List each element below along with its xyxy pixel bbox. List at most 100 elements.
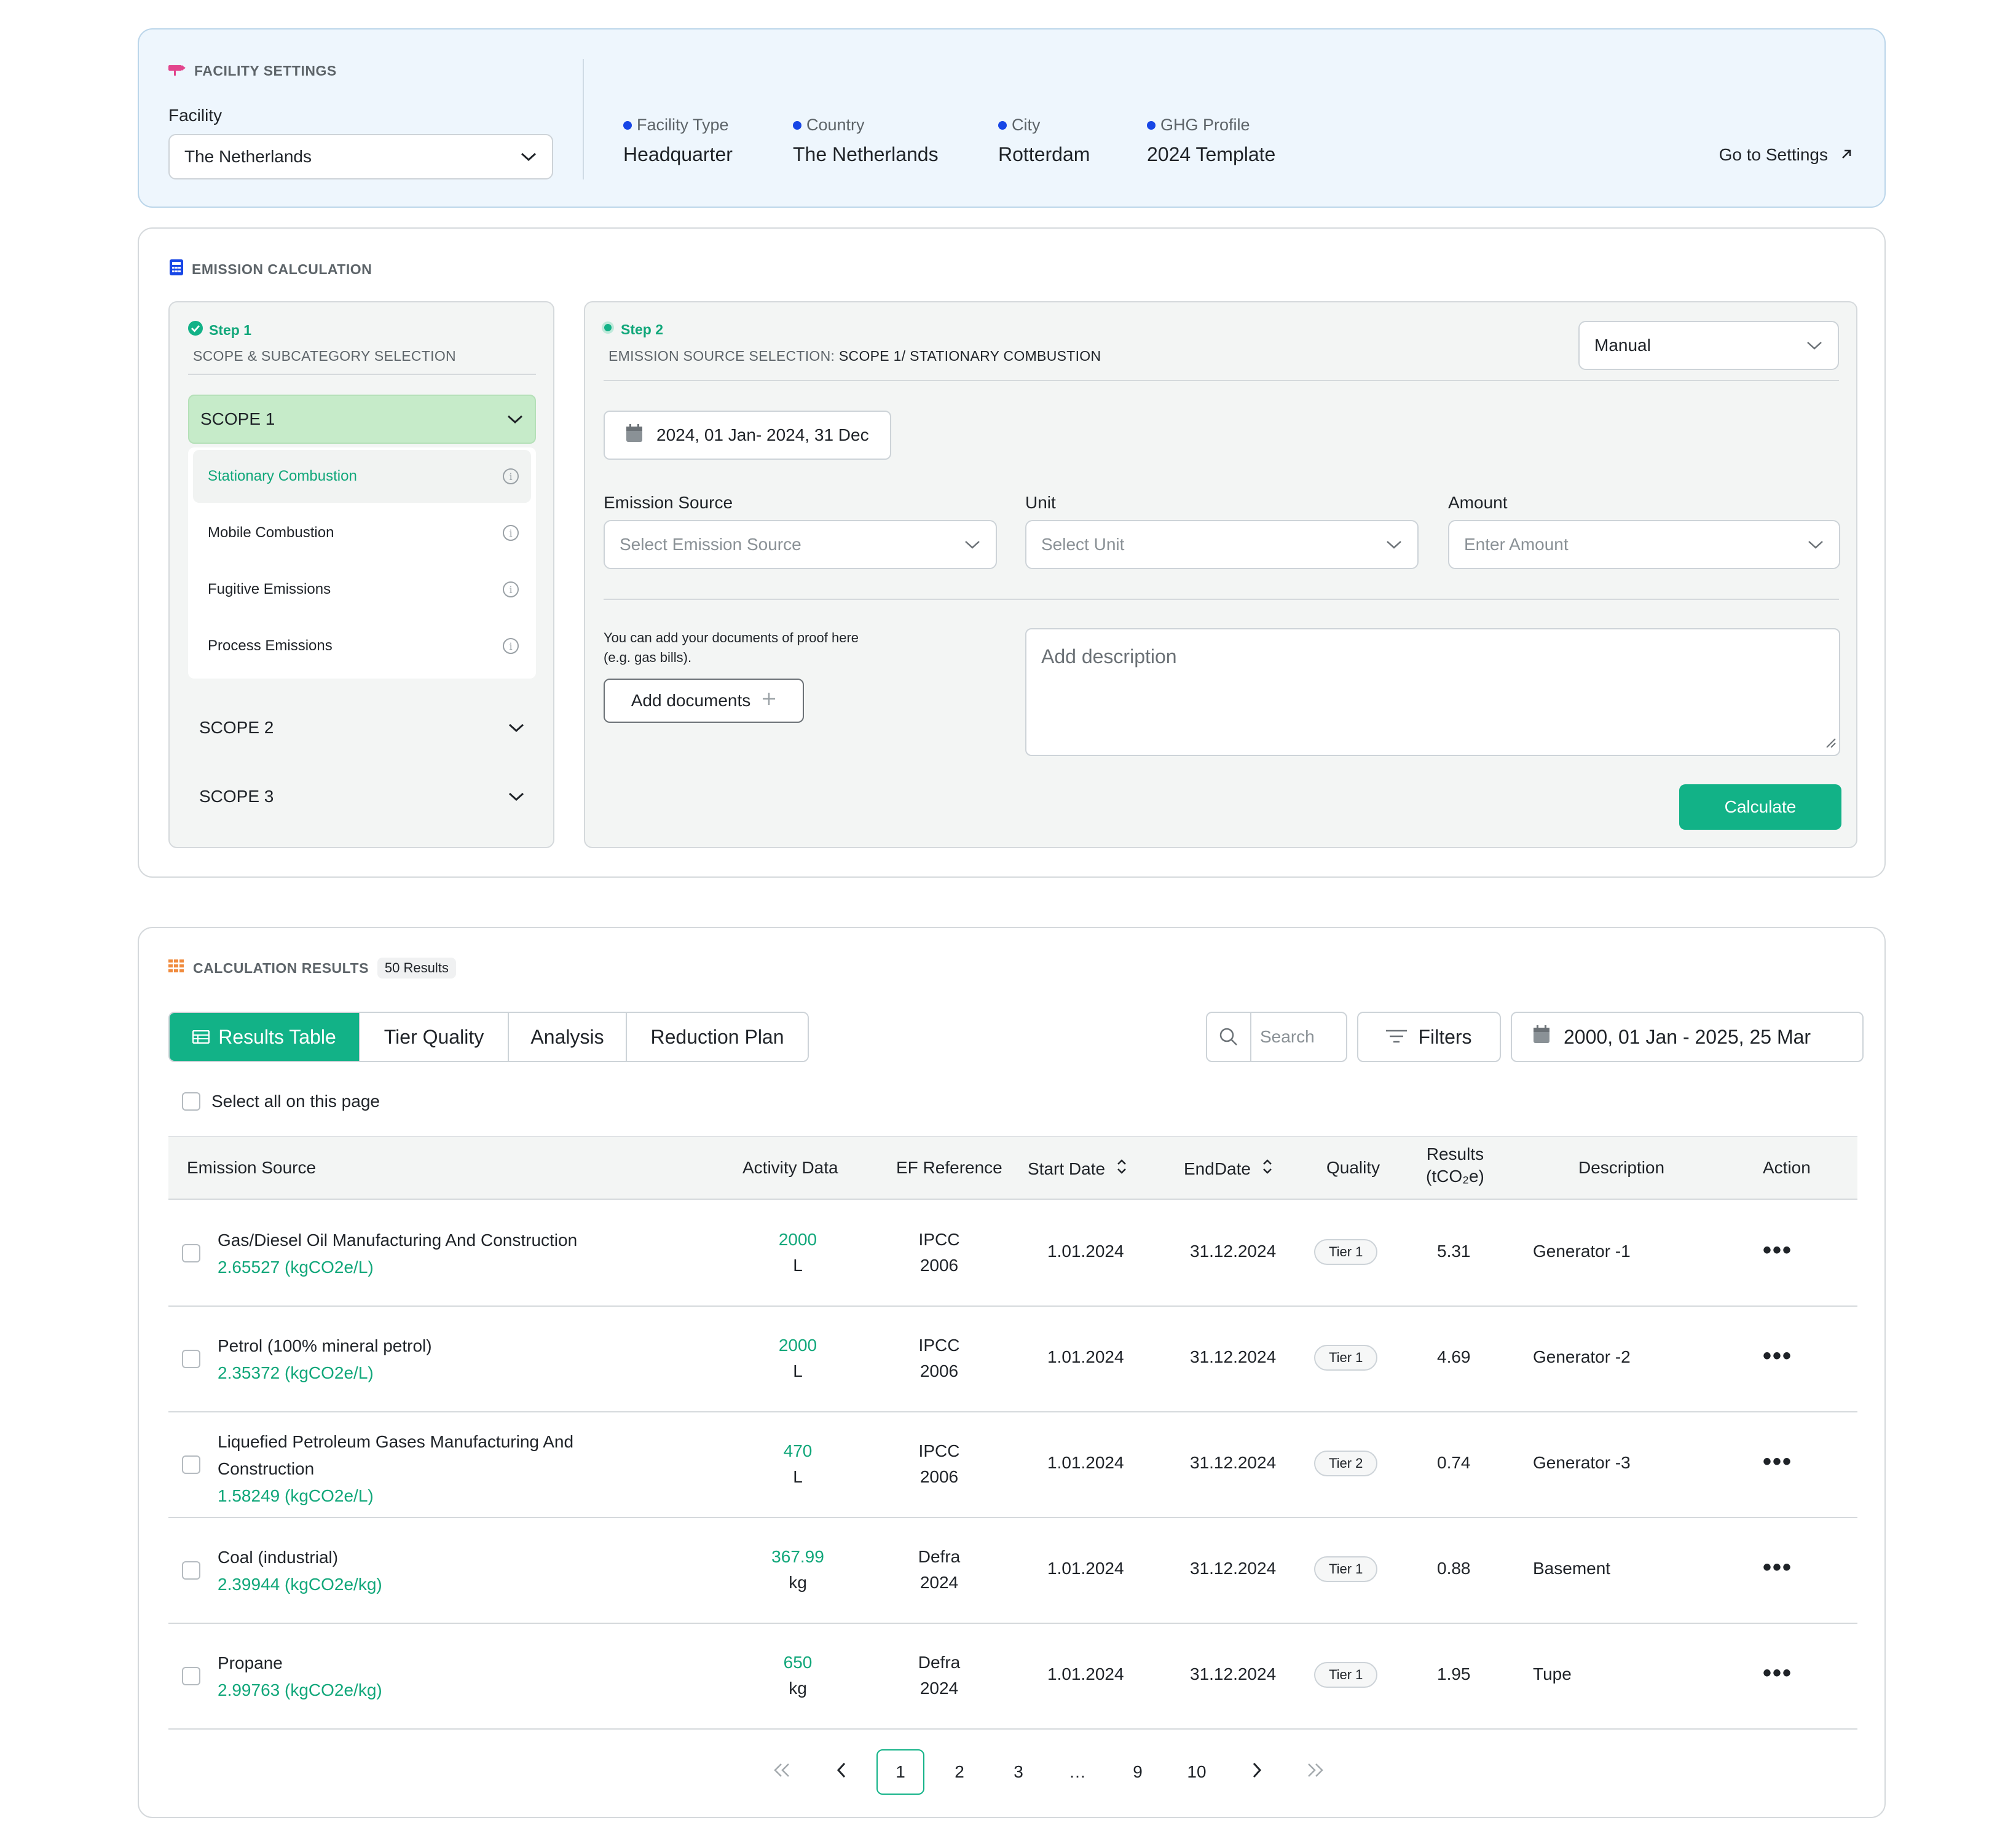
description-cell: Basement (1533, 1559, 1611, 1578)
subcategory-fugitive-emissions[interactable]: Fugitive Emissions i (193, 563, 531, 616)
more-actions-icon[interactable]: ••• (1763, 1449, 1792, 1474)
column-quality: Quality (1326, 1158, 1380, 1177)
first-page-button[interactable] (758, 1749, 806, 1795)
sort-icon[interactable] (1262, 1158, 1273, 1179)
unit-label: Unit (1025, 493, 1056, 512)
period-date-picker[interactable]: 2024, 01 Jan- 2024, 31 Dec (604, 411, 891, 460)
amount-input[interactable]: Enter Amount (1448, 520, 1840, 569)
facility-type-value: Headquarter (623, 143, 733, 165)
subcategory-label: Process Emissions (208, 637, 333, 654)
input-mode-select[interactable]: Manual (1578, 321, 1839, 370)
subcategory-stationary-combustion[interactable]: Stationary Combustion i (193, 450, 531, 503)
unit-select[interactable]: Select Unit (1025, 520, 1419, 569)
previous-page-button[interactable] (817, 1749, 865, 1795)
calculation-results-card: CALCULATION RESULTS 50 Results Results T… (138, 927, 1886, 1818)
info-icon[interactable]: i (503, 581, 519, 597)
row-checkbox[interactable] (182, 1455, 200, 1474)
ef-reference-cell: IPCC 2006 (902, 1333, 976, 1384)
description-cell: Generator -3 (1533, 1453, 1631, 1472)
scope-1-toggle[interactable]: SCOPE 1 (188, 395, 536, 444)
row-checkbox[interactable] (182, 1667, 200, 1685)
ef-reference-line: IPCC (918, 1336, 960, 1355)
city-label: City (1012, 116, 1041, 134)
emission-calculation-header: EMISSION CALCULATION (170, 259, 372, 279)
activity-unit: L (793, 1361, 803, 1380)
status-dot-icon (623, 120, 632, 130)
ef-reference-line: IPCC (918, 1230, 960, 1249)
more-actions-icon[interactable]: ••• (1763, 1555, 1792, 1580)
tab-analysis[interactable]: Analysis (509, 1013, 627, 1061)
column-start-date[interactable]: Start Date (1028, 1158, 1127, 1179)
search-box[interactable]: Search (1206, 1012, 1347, 1062)
activity-data-cell: 650 kg (761, 1650, 835, 1701)
ef-reference-line: 2006 (919, 1361, 959, 1380)
add-documents-label: Add documents (631, 691, 751, 710)
amount-placeholder: Enter Amount (1464, 535, 1569, 554)
scope-2-toggle[interactable]: SCOPE 2 (188, 703, 536, 752)
column-activity-data: Activity Data (742, 1158, 838, 1177)
sort-icon[interactable] (1116, 1158, 1127, 1179)
scope-3-toggle[interactable]: SCOPE 3 (188, 772, 536, 821)
go-to-settings-link[interactable]: Go to Settings (1719, 145, 1853, 165)
input-mode-value: Manual (1594, 336, 1651, 355)
next-page-button[interactable] (1233, 1749, 1281, 1795)
description-textarea[interactable]: Add description (1025, 628, 1840, 756)
page-button-3[interactable]: 3 (994, 1749, 1042, 1795)
select-all-checkbox[interactable] (182, 1092, 200, 1111)
row-checkbox[interactable] (182, 1561, 200, 1580)
chevron-left-icon (836, 1762, 847, 1783)
tier-badge: Tier 1 (1314, 1556, 1378, 1582)
emission-source-cell: Coal (industrial) 2.39944 (kgCO2e/kg) (218, 1544, 382, 1598)
subcategory-process-emissions[interactable]: Process Emissions i (193, 620, 531, 672)
step2-subtitle-prefix: EMISSION SOURCE SELECTION: (608, 348, 835, 364)
tab-tier-quality[interactable]: Tier Quality (360, 1013, 509, 1061)
emission-source-select[interactable]: Select Emission Source (604, 520, 997, 569)
emission-source-cell: Petrol (100% mineral petrol) 2.35372 (kgC… (218, 1333, 432, 1387)
last-page-button[interactable] (1291, 1749, 1339, 1795)
row-checkbox[interactable] (182, 1350, 200, 1368)
results-date-picker[interactable]: 2000, 01 Jan - 2025, 25 Mar (1511, 1012, 1864, 1062)
subcategory-mobile-combustion[interactable]: Mobile Combustion i (193, 506, 531, 559)
column-results-line: Results (1426, 1144, 1484, 1164)
facility-select[interactable]: The Netherlands (168, 134, 553, 179)
calculate-button[interactable]: Calculate (1679, 784, 1841, 830)
ef-reference-line: 2006 (919, 1256, 959, 1275)
more-actions-icon[interactable]: ••• (1763, 1344, 1792, 1368)
page-button-9[interactable]: 9 (1114, 1749, 1162, 1795)
page-button-1[interactable]: 1 (876, 1749, 924, 1795)
tab-reduction-plan[interactable]: Reduction Plan (627, 1013, 808, 1061)
info-icon[interactable]: i (503, 638, 519, 654)
activity-data-cell: 367.99 kg (761, 1544, 835, 1596)
calendar-icon (626, 423, 643, 447)
emission-factor: 2.35372 (kgCO2e/L) (218, 1363, 374, 1382)
emission-factor: 2.65527 (kgCO2e/L) (218, 1258, 374, 1277)
column-end-date[interactable]: EndDate (1184, 1158, 1273, 1179)
results-date-value: 2000, 01 Jan - 2025, 25 Mar (1564, 1025, 1811, 1048)
results-count-badge: 50 Results (377, 958, 456, 979)
chevron-down-icon (520, 148, 537, 165)
page-button-2[interactable]: 2 (935, 1749, 983, 1795)
add-documents-button[interactable]: Add documents (604, 679, 804, 723)
subcategory-label: Stationary Combustion (208, 468, 357, 484)
resize-handle-icon[interactable] (1823, 731, 1837, 754)
country-label: Country (806, 116, 865, 134)
calculator-icon (170, 259, 183, 279)
ef-reference-line: 2024 (919, 1573, 959, 1592)
tab-results-table[interactable]: Results Table (170, 1013, 360, 1061)
facility-type-label: Facility Type (637, 116, 729, 134)
filters-label: Filters (1418, 1025, 1472, 1048)
row-checkbox[interactable] (182, 1244, 200, 1262)
page-button-10[interactable]: 10 (1173, 1749, 1221, 1795)
more-actions-icon[interactable]: ••• (1763, 1661, 1792, 1685)
activity-unit: L (793, 1467, 803, 1486)
calendar-icon (1533, 1025, 1550, 1049)
calculate-label: Calculate (1724, 797, 1797, 816)
result-value-cell: 0.88 (1437, 1559, 1471, 1578)
info-icon[interactable]: i (503, 525, 519, 541)
select-all-control[interactable]: Select all on this page (182, 1092, 380, 1111)
page-ellipsis: … (1069, 1762, 1086, 1781)
filters-button[interactable]: Filters (1357, 1012, 1501, 1062)
ef-reference-line: IPCC (918, 1441, 960, 1460)
info-icon[interactable]: i (503, 468, 519, 484)
more-actions-icon[interactable]: ••• (1763, 1238, 1792, 1262)
